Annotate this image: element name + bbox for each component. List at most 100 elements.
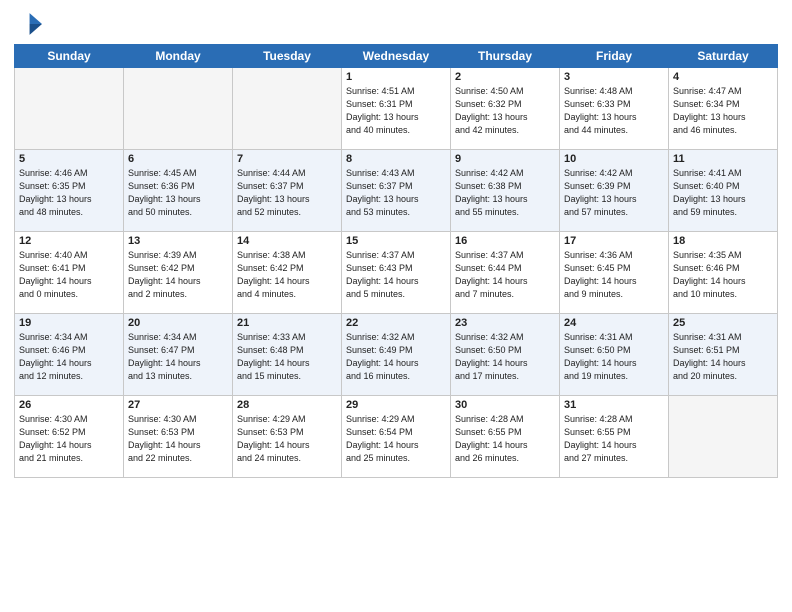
calendar-cell: 29 Sunrise: 4:29 AM Sunset: 6:54 PM Dayli… bbox=[342, 396, 451, 478]
calendar-cell: 18 Sunrise: 4:35 AM Sunset: 6:46 PM Dayli… bbox=[669, 232, 778, 314]
calendar-cell: 4Sunrise: 4:47 AM Sunset: 6:34 PM Daylig… bbox=[669, 68, 778, 150]
day-number: 7 bbox=[237, 153, 337, 165]
day-info: Sunrise: 4:34 AM Sunset: 6:46 PM Dayligh… bbox=[19, 331, 119, 383]
day-number: 13 bbox=[128, 235, 228, 247]
day-info: Sunrise: 4:41 AM Sunset: 6:40 PM Dayligh… bbox=[673, 167, 773, 219]
weekday-header-sunday: Sunday bbox=[15, 45, 124, 68]
day-number: 11 bbox=[673, 153, 773, 165]
day-number: 17 bbox=[564, 235, 664, 247]
weekday-header-saturday: Saturday bbox=[669, 45, 778, 68]
day-number: 18 bbox=[673, 235, 773, 247]
day-info: Sunrise: 4:45 AM Sunset: 6:36 PM Dayligh… bbox=[128, 167, 228, 219]
weekday-header-row: SundayMondayTuesdayWednesdayThursdayFrid… bbox=[15, 45, 778, 68]
logo-icon bbox=[14, 10, 42, 38]
calendar-cell: 14 Sunrise: 4:38 AM Sunset: 6:42 PM Dayli… bbox=[233, 232, 342, 314]
calendar-cell: 12Sunrise: 4:40 AM Sunset: 6:41 PM Dayli… bbox=[15, 232, 124, 314]
calendar-cell: 30Sunrise: 4:28 AM Sunset: 6:55 PM Dayli… bbox=[451, 396, 560, 478]
calendar-cell: 16Sunrise: 4:37 AM Sunset: 6:44 PM Dayli… bbox=[451, 232, 560, 314]
day-info: Sunrise: 4:30 AM Sunset: 6:53 PM Dayligh… bbox=[128, 413, 228, 465]
calendar-cell: 24 Sunrise: 4:31 AM Sunset: 6:50 PM Dayli… bbox=[560, 314, 669, 396]
day-info: Sunrise: 4:35 AM Sunset: 6:46 PM Dayligh… bbox=[673, 249, 773, 301]
day-info: Sunrise: 4:29 AM Sunset: 6:54 PM Dayligh… bbox=[346, 413, 446, 465]
week-row-5: 26Sunrise: 4:30 AM Sunset: 6:52 PM Dayli… bbox=[15, 396, 778, 478]
day-number: 28 bbox=[237, 399, 337, 411]
logo bbox=[14, 10, 46, 38]
calendar-cell: 19 Sunrise: 4:34 AM Sunset: 6:46 PM Dayli… bbox=[15, 314, 124, 396]
calendar-cell: 27 Sunrise: 4:30 AM Sunset: 6:53 PM Dayli… bbox=[124, 396, 233, 478]
day-info: Sunrise: 4:34 AM Sunset: 6:47 PM Dayligh… bbox=[128, 331, 228, 383]
day-number: 3 bbox=[564, 71, 664, 83]
day-number: 5 bbox=[19, 153, 119, 165]
calendar-cell: 20 Sunrise: 4:34 AM Sunset: 6:47 PM Dayli… bbox=[124, 314, 233, 396]
weekday-header-thursday: Thursday bbox=[451, 45, 560, 68]
week-row-4: 19 Sunrise: 4:34 AM Sunset: 6:46 PM Dayli… bbox=[15, 314, 778, 396]
calendar-cell: 17 Sunrise: 4:36 AM Sunset: 6:45 PM Dayli… bbox=[560, 232, 669, 314]
day-info: Sunrise: 4:28 AM Sunset: 6:55 PM Dayligh… bbox=[455, 413, 555, 465]
calendar-cell: 21 Sunrise: 4:33 AM Sunset: 6:48 PM Dayli… bbox=[233, 314, 342, 396]
day-info: Sunrise: 4:32 AM Sunset: 6:49 PM Dayligh… bbox=[346, 331, 446, 383]
day-number: 24 bbox=[564, 317, 664, 329]
calendar-cell: 9Sunrise: 4:42 AM Sunset: 6:38 PM Daylig… bbox=[451, 150, 560, 232]
day-number: 23 bbox=[455, 317, 555, 329]
calendar-cell: 8 Sunrise: 4:43 AM Sunset: 6:37 PM Daylig… bbox=[342, 150, 451, 232]
calendar-cell: 10Sunrise: 4:42 AM Sunset: 6:39 PM Dayli… bbox=[560, 150, 669, 232]
day-info: Sunrise: 4:50 AM Sunset: 6:32 PM Dayligh… bbox=[455, 85, 555, 137]
calendar-cell: 7 Sunrise: 4:44 AM Sunset: 6:37 PM Daylig… bbox=[233, 150, 342, 232]
day-number: 20 bbox=[128, 317, 228, 329]
day-number: 19 bbox=[19, 317, 119, 329]
calendar-cell: 26Sunrise: 4:30 AM Sunset: 6:52 PM Dayli… bbox=[15, 396, 124, 478]
day-info: Sunrise: 4:32 AM Sunset: 6:50 PM Dayligh… bbox=[455, 331, 555, 383]
day-number: 8 bbox=[346, 153, 446, 165]
calendar-cell: 28 Sunrise: 4:29 AM Sunset: 6:53 PM Dayli… bbox=[233, 396, 342, 478]
day-number: 2 bbox=[455, 71, 555, 83]
day-info: Sunrise: 4:31 AM Sunset: 6:51 PM Dayligh… bbox=[673, 331, 773, 383]
weekday-header-friday: Friday bbox=[560, 45, 669, 68]
calendar-cell bbox=[15, 68, 124, 150]
day-number: 31 bbox=[564, 399, 664, 411]
calendar-cell: 25 Sunrise: 4:31 AM Sunset: 6:51 PM Dayli… bbox=[669, 314, 778, 396]
day-info: Sunrise: 4:30 AM Sunset: 6:52 PM Dayligh… bbox=[19, 413, 119, 465]
calendar-cell: 15Sunrise: 4:37 AM Sunset: 6:43 PM Dayli… bbox=[342, 232, 451, 314]
day-number: 22 bbox=[346, 317, 446, 329]
day-number: 29 bbox=[346, 399, 446, 411]
weekday-header-tuesday: Tuesday bbox=[233, 45, 342, 68]
day-info: Sunrise: 4:28 AM Sunset: 6:55 PM Dayligh… bbox=[564, 413, 664, 465]
day-number: 21 bbox=[237, 317, 337, 329]
week-row-3: 12Sunrise: 4:40 AM Sunset: 6:41 PM Dayli… bbox=[15, 232, 778, 314]
calendar-cell bbox=[124, 68, 233, 150]
day-number: 12 bbox=[19, 235, 119, 247]
calendar-cell: 3 Sunrise: 4:48 AM Sunset: 6:33 PM Daylig… bbox=[560, 68, 669, 150]
calendar-cell: 31 Sunrise: 4:28 AM Sunset: 6:55 PM Dayli… bbox=[560, 396, 669, 478]
day-number: 27 bbox=[128, 399, 228, 411]
page: SundayMondayTuesdayWednesdayThursdayFrid… bbox=[0, 0, 792, 612]
day-info: Sunrise: 4:33 AM Sunset: 6:48 PM Dayligh… bbox=[237, 331, 337, 383]
day-info: Sunrise: 4:36 AM Sunset: 6:45 PM Dayligh… bbox=[564, 249, 664, 301]
header bbox=[14, 10, 778, 38]
day-number: 16 bbox=[455, 235, 555, 247]
day-info: Sunrise: 4:38 AM Sunset: 6:42 PM Dayligh… bbox=[237, 249, 337, 301]
day-info: Sunrise: 4:31 AM Sunset: 6:50 PM Dayligh… bbox=[564, 331, 664, 383]
day-number: 25 bbox=[673, 317, 773, 329]
day-info: Sunrise: 4:42 AM Sunset: 6:38 PM Dayligh… bbox=[455, 167, 555, 219]
day-info: Sunrise: 4:48 AM Sunset: 6:33 PM Dayligh… bbox=[564, 85, 664, 137]
day-number: 15 bbox=[346, 235, 446, 247]
week-row-2: 5 Sunrise: 4:46 AM Sunset: 6:35 PM Daylig… bbox=[15, 150, 778, 232]
calendar-cell: 2 Sunrise: 4:50 AM Sunset: 6:32 PM Daylig… bbox=[451, 68, 560, 150]
weekday-header-monday: Monday bbox=[124, 45, 233, 68]
calendar-cell: 11 Sunrise: 4:41 AM Sunset: 6:40 PM Dayli… bbox=[669, 150, 778, 232]
day-info: Sunrise: 4:51 AM Sunset: 6:31 PM Dayligh… bbox=[346, 85, 446, 137]
calendar-cell: 1Sunrise: 4:51 AM Sunset: 6:31 PM Daylig… bbox=[342, 68, 451, 150]
day-number: 4 bbox=[673, 71, 773, 83]
day-info: Sunrise: 4:44 AM Sunset: 6:37 PM Dayligh… bbox=[237, 167, 337, 219]
day-info: Sunrise: 4:46 AM Sunset: 6:35 PM Dayligh… bbox=[19, 167, 119, 219]
weekday-header-wednesday: Wednesday bbox=[342, 45, 451, 68]
day-number: 6 bbox=[128, 153, 228, 165]
day-info: Sunrise: 4:43 AM Sunset: 6:37 PM Dayligh… bbox=[346, 167, 446, 219]
calendar-cell: 22 Sunrise: 4:32 AM Sunset: 6:49 PM Dayli… bbox=[342, 314, 451, 396]
calendar-cell bbox=[669, 396, 778, 478]
day-number: 14 bbox=[237, 235, 337, 247]
calendar-cell: 13Sunrise: 4:39 AM Sunset: 6:42 PM Dayli… bbox=[124, 232, 233, 314]
week-row-1: 1Sunrise: 4:51 AM Sunset: 6:31 PM Daylig… bbox=[15, 68, 778, 150]
calendar-cell: 5 Sunrise: 4:46 AM Sunset: 6:35 PM Daylig… bbox=[15, 150, 124, 232]
day-info: Sunrise: 4:29 AM Sunset: 6:53 PM Dayligh… bbox=[237, 413, 337, 465]
